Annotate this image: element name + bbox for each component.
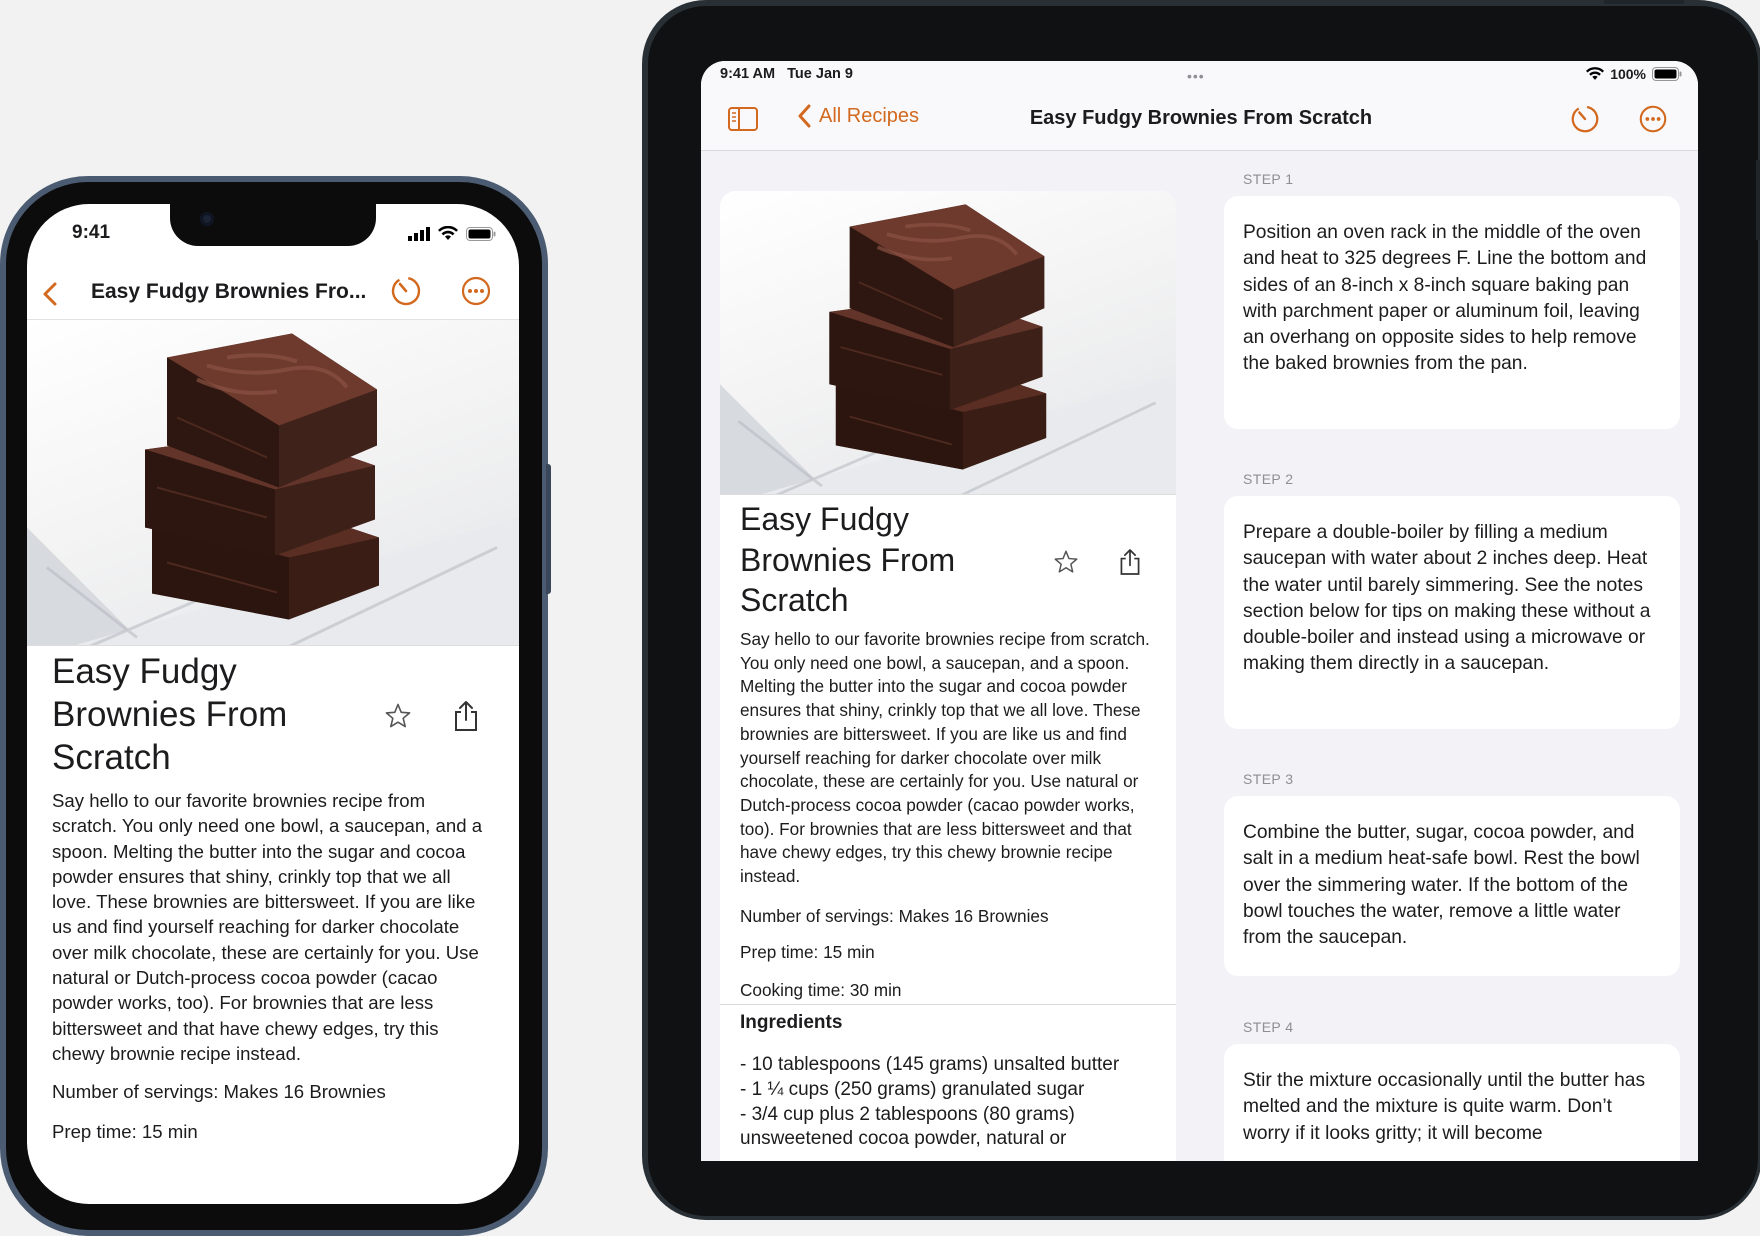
servings: Number of servings: Makes 16 Brownies — [740, 906, 1049, 926]
iphone-nav-bar: Easy Fudgy Brownies Fro... — [27, 270, 519, 320]
back-button[interactable]: All Recipes — [797, 103, 919, 129]
back-button-label: All Recipes — [819, 104, 920, 127]
ingredient-item: - 1 ¼ cups (250 grams) granulated sugar — [740, 1078, 1085, 1100]
recipe-description: Say hello to our favorite brownies recip… — [52, 790, 483, 1064]
step-label: STEP 2 — [1243, 471, 1294, 487]
iphone-side-button — [546, 464, 551, 594]
servings: Number of servings: Makes 16 Brownies — [52, 1081, 386, 1102]
recipe-title: Easy Fudgy Brownies From Scratch — [52, 652, 288, 777]
prep-time: Prep time: 15 min — [52, 1121, 198, 1142]
sidebar-icon[interactable] — [727, 105, 759, 133]
ipad-nav-title: Easy Fudgy Brownies From Scratch — [1029, 107, 1373, 129]
front-camera — [200, 212, 214, 226]
divider — [720, 1004, 1176, 1005]
recipe-detail-card: Easy Fudgy Brownies From Scratch Say hel… — [720, 191, 1176, 1161]
ingredient-item: - 10 tablespoons (145 grams) unsalted bu… — [740, 1054, 1120, 1075]
recipe-photo — [27, 320, 519, 646]
iphone-status-time: 9:41 — [72, 222, 111, 243]
step-label: STEP 1 — [1243, 171, 1294, 187]
star-icon[interactable] — [1053, 549, 1079, 575]
wifi-icon — [1586, 67, 1605, 80]
notch — [170, 204, 376, 246]
ingredients-heading: Ingredients — [740, 1012, 843, 1033]
share-icon[interactable] — [1118, 547, 1142, 577]
ipad-top-button — [1604, 0, 1684, 4]
ipad-side-button — [1756, 160, 1760, 240]
cellular-icon — [408, 226, 430, 241]
recipe-photo — [720, 191, 1176, 495]
step-label: STEP 3 — [1243, 771, 1294, 787]
ingredients-list: - 10 tablespoons (145 grams) unsalted bu… — [740, 1053, 1170, 1152]
ipad-screen: 9:41 AM Tue Jan 9 ••• 100% All Recipes E… — [701, 61, 1698, 1161]
timer-icon[interactable] — [1569, 103, 1601, 135]
ipad-status-time: 9:41 AM Tue Jan 9 — [720, 66, 853, 82]
timer-icon[interactable] — [389, 274, 423, 308]
more-icon[interactable] — [459, 274, 493, 308]
step-label: STEP 4 — [1243, 1019, 1294, 1035]
iphone-nav-title: Easy Fudgy Brownies Fro... — [91, 280, 367, 303]
recipe-description: Say hello to our favorite brownies recip… — [740, 629, 1150, 887]
ingredient-item: unsweetened cocoa powder, natural or — [740, 1128, 1067, 1150]
step-card: Combine the butter, sugar, cocoa powder,… — [1224, 796, 1680, 976]
star-icon[interactable] — [384, 702, 412, 730]
iphone-status-icons — [408, 226, 496, 241]
chevron-left-icon[interactable] — [35, 276, 65, 312]
ingredient-item: - 3/4 cup plus 2 tablespoons (80 grams) — [740, 1103, 1075, 1125]
chevron-left-icon — [798, 104, 811, 128]
step-card: Stir the mixture occasionally until the … — [1224, 1044, 1680, 1161]
multitasking-dots[interactable]: ••• — [1187, 68, 1205, 84]
ipad-status-icons: 100% — [1586, 66, 1682, 82]
wifi-icon — [438, 226, 458, 240]
ipad-status-bar: 9:41 AM Tue Jan 9 ••• 100% — [701, 61, 1698, 91]
battery-icon — [1652, 67, 1682, 81]
recipe-title: Easy Fudgy Brownies From Scratch — [740, 501, 956, 618]
cooking-time: Cooking time: 30 min — [740, 980, 902, 1000]
share-icon[interactable] — [452, 700, 480, 732]
more-icon[interactable] — [1637, 103, 1669, 135]
ipad-nav-bar: All Recipes Easy Fudgy Brownies From Scr… — [701, 91, 1698, 151]
step-card: Position an oven rack in the middle of t… — [1224, 196, 1680, 429]
battery-icon — [466, 226, 496, 241]
prep-time: Prep time: 15 min — [740, 942, 875, 962]
battery-percent: 100% — [1610, 66, 1646, 82]
step-card: Prepare a double-boiler by filling a med… — [1224, 496, 1680, 729]
